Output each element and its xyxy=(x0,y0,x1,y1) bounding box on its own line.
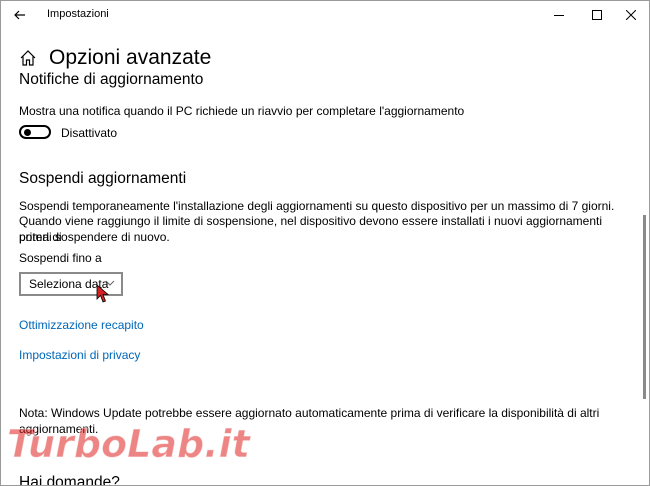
pause-until-label: Sospendi fino a xyxy=(19,251,102,265)
notifications-description: Mostra una notifica quando il PC richied… xyxy=(19,104,465,118)
close-icon xyxy=(626,10,636,20)
home-icon[interactable] xyxy=(19,49,37,67)
minimize-button[interactable] xyxy=(541,1,577,29)
back-arrow-icon xyxy=(14,10,25,20)
mouse-cursor-icon xyxy=(96,284,110,303)
scrollbar-thumb[interactable] xyxy=(643,215,646,399)
notifications-heading: Notifiche di aggiornamento xyxy=(19,71,204,88)
turbolab-watermark-logo: TurboLab.it xyxy=(7,422,252,467)
pause-description-line3: poterli sospendere di nuovo. xyxy=(19,230,170,244)
toggle-state-label: Disattivato xyxy=(61,126,118,140)
maximize-button[interactable] xyxy=(579,1,615,29)
title-bar: Impostazioni xyxy=(1,1,649,29)
maximize-icon xyxy=(592,10,602,20)
notification-toggle[interactable] xyxy=(19,125,51,139)
toggle-knob xyxy=(24,129,31,136)
pause-updates-heading: Sospendi aggiornamenti xyxy=(19,170,187,187)
back-button[interactable] xyxy=(1,1,39,29)
settings-window: Impostazioni Opzioni avanzate Notifiche … xyxy=(0,0,650,486)
pause-description-line1: Sospendi temporaneamente l'installazione… xyxy=(19,199,615,213)
privacy-settings-link[interactable]: Impostazioni di privacy xyxy=(19,348,140,362)
page-header: Opzioni avanzate xyxy=(19,43,211,73)
window-title: Impostazioni xyxy=(47,8,109,20)
questions-heading: Hai domande? xyxy=(19,474,120,486)
close-button[interactable] xyxy=(613,1,649,29)
page-title: Opzioni avanzate xyxy=(49,46,212,69)
delivery-optimization-link[interactable]: Ottimizzazione recapito xyxy=(19,318,144,332)
minimize-icon xyxy=(554,15,564,16)
watermark-text: TurboLab.it xyxy=(7,422,251,466)
